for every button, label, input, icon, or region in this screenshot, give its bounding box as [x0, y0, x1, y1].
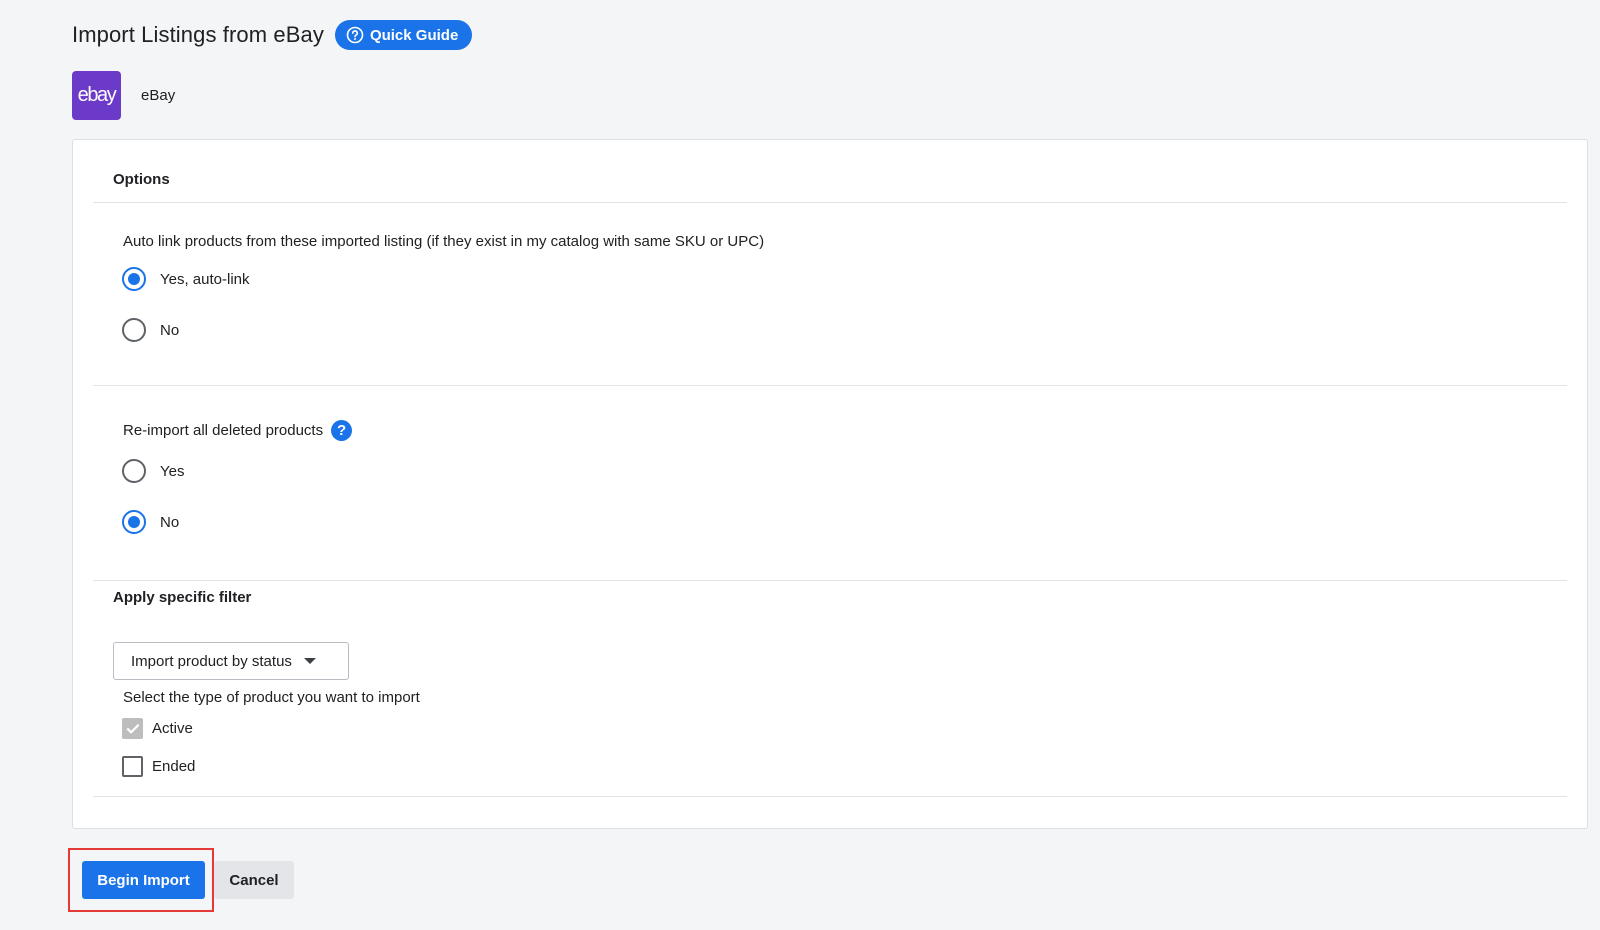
- checkbox-label: Active: [152, 720, 193, 737]
- help-circle-icon: [346, 26, 364, 44]
- page-header: Import Listings from eBay Quick Guide: [72, 20, 473, 50]
- radio-button[interactable]: [122, 318, 146, 342]
- options-card: Options Auto link products from these im…: [72, 139, 1588, 829]
- ended-checkbox[interactable]: [122, 756, 143, 777]
- type-question-text: Select the type of product you want to i…: [123, 689, 420, 706]
- divider: [93, 385, 1567, 386]
- reimport-yes-radio[interactable]: Yes: [122, 459, 184, 483]
- check-icon: [126, 723, 139, 733]
- divider: [93, 796, 1567, 797]
- type-question: Select the type of product you want to i…: [123, 689, 420, 706]
- page-title: Import Listings from eBay: [72, 22, 324, 47]
- status-filter-select[interactable]: Import product by status: [113, 642, 349, 680]
- begin-import-button[interactable]: Begin Import: [82, 861, 205, 899]
- radio-button[interactable]: [122, 459, 146, 483]
- channel-name: eBay: [141, 87, 176, 104]
- active-checkbox-row[interactable]: Active: [122, 718, 193, 739]
- radio-button[interactable]: [122, 267, 146, 291]
- filter-title: Apply specific filter: [113, 589, 252, 606]
- reimport-no-radio[interactable]: No: [122, 510, 179, 534]
- radio-label: Yes, auto-link: [160, 270, 250, 288]
- ebay-logo: ebay: [72, 71, 121, 120]
- quick-guide-button[interactable]: Quick Guide: [334, 20, 473, 50]
- channel-info: ebay eBay: [72, 71, 175, 120]
- autolink-question-text: Auto link products from these imported l…: [123, 233, 765, 250]
- autolink-question: Auto link products from these imported l…: [123, 233, 764, 250]
- reimport-question-text: Re-import all deleted products: [123, 422, 324, 439]
- divider: [93, 580, 1567, 581]
- caret-down-icon: [303, 658, 316, 664]
- reimport-question: Re-import all deleted products ?: [123, 420, 353, 441]
- autolink-yes-radio[interactable]: Yes, auto-link: [122, 267, 250, 291]
- autolink-no-radio[interactable]: No: [122, 318, 179, 342]
- quick-guide-label: Quick Guide: [369, 26, 459, 44]
- divider: [93, 202, 1567, 203]
- active-checkbox[interactable]: [122, 718, 143, 739]
- radio-label: No: [160, 321, 180, 339]
- radio-button[interactable]: [122, 510, 146, 534]
- cancel-button[interactable]: Cancel: [214, 861, 294, 899]
- radio-label: Yes: [160, 462, 185, 480]
- select-value: Import product by status: [131, 652, 292, 670]
- help-icon[interactable]: ?: [331, 420, 353, 441]
- options-title: Options: [113, 171, 170, 188]
- ended-checkbox-row[interactable]: Ended: [122, 756, 195, 777]
- checkbox-label: Ended: [152, 758, 196, 775]
- radio-label: No: [160, 513, 180, 531]
